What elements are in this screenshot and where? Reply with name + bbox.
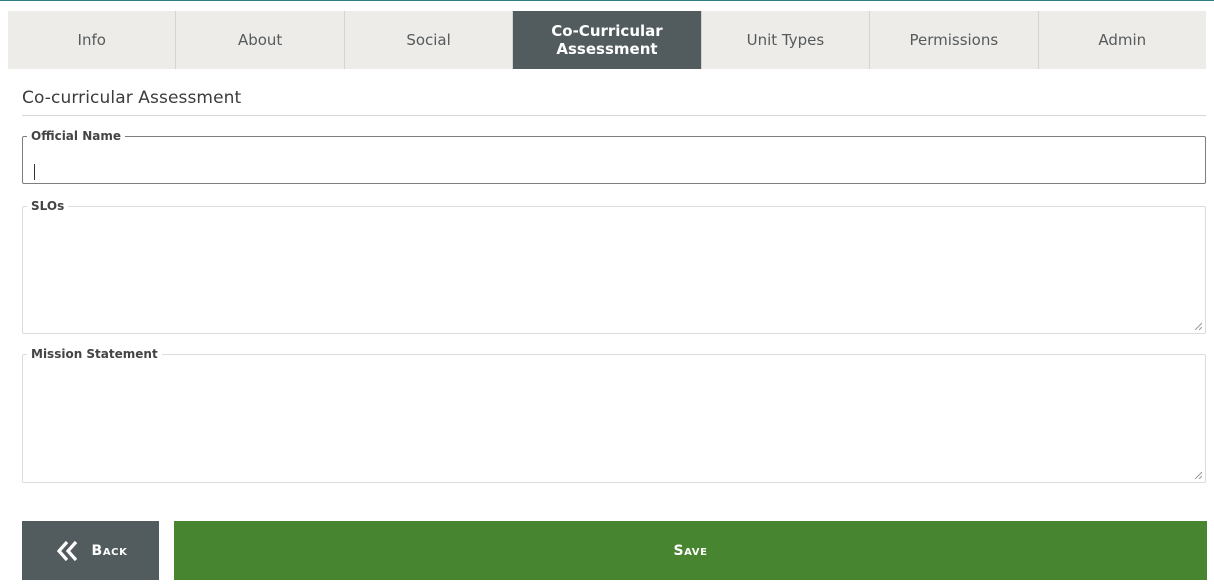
tab-admin[interactable]: Admin [1039, 11, 1206, 69]
double-chevron-left-icon [56, 540, 77, 561]
tab-about[interactable]: About [176, 11, 345, 69]
official-name-input[interactable] [31, 161, 1191, 183]
mission-statement-textarea[interactable] [29, 383, 1199, 487]
official-name-label: Official Name [31, 129, 121, 143]
resize-grip-icon[interactable] [1194, 471, 1202, 479]
section-title: Co-curricular Assessment [22, 88, 242, 108]
slos-textarea[interactable] [29, 235, 1199, 339]
tab-bar: Info About Social Co-Curricular Assessme… [8, 11, 1206, 69]
tab-unit-types[interactable]: Unit Types [702, 11, 871, 69]
official-name-fieldset: Official Name [22, 129, 1206, 184]
slos-fieldset: SLOs [22, 199, 1206, 339]
tab-co-curricular-assessment[interactable]: Co-Curricular Assessment [513, 11, 702, 69]
mission-statement-fieldset: Mission Statement [22, 347, 1206, 487]
page: Info About Social Co-Curricular Assessme… [0, 0, 1214, 585]
tab-info[interactable]: Info [8, 11, 177, 69]
tab-social[interactable]: Social [345, 11, 514, 69]
section-divider [22, 115, 1206, 116]
slos-label: SLOs [31, 199, 65, 213]
back-button-label: Back [91, 542, 128, 559]
mission-statement-label: Mission Statement [31, 347, 158, 361]
back-button[interactable]: Back [22, 521, 159, 580]
tab-permissions[interactable]: Permissions [870, 11, 1039, 69]
resize-grip-icon[interactable] [1194, 322, 1202, 330]
text-cursor [34, 164, 35, 180]
save-button[interactable]: Save [174, 521, 1207, 580]
save-button-label: Save [673, 542, 708, 559]
